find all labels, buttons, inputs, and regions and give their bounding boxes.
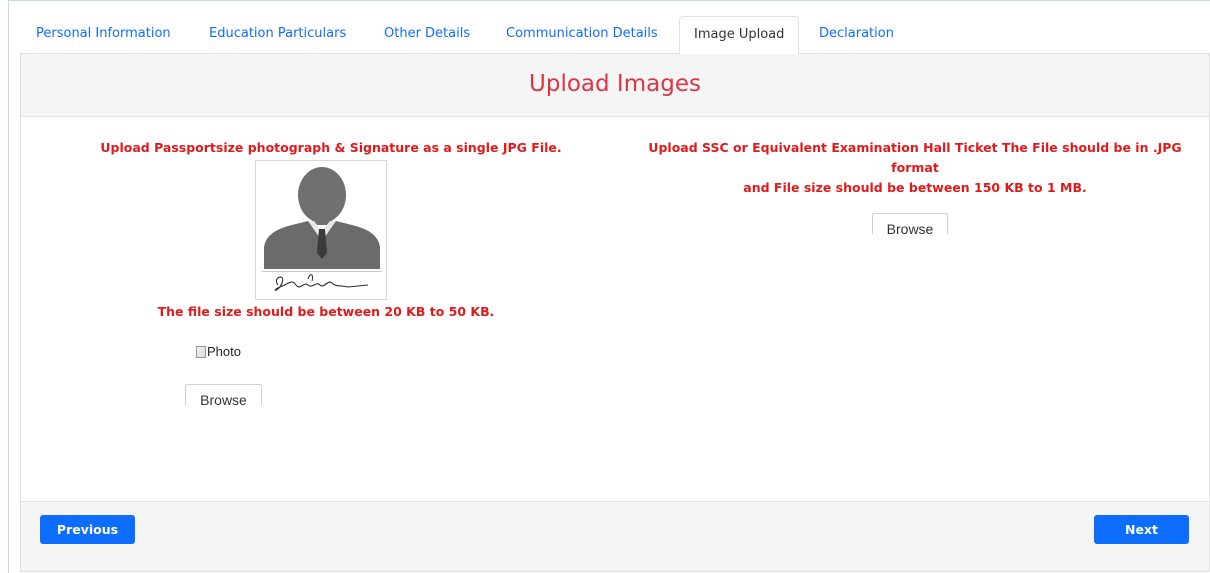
tab-education-particulars[interactable]: Education Particulars — [209, 16, 346, 54]
page-top-border — [8, 0, 1210, 1]
tab-personal-information[interactable]: Personal Information — [36, 16, 171, 54]
photo-browse-button[interactable]: Browse — [185, 384, 262, 408]
tab-other-details[interactable]: Other Details — [384, 16, 470, 54]
tab-bar: Personal Information Education Particula… — [20, 16, 1210, 55]
hall-ticket-instruction: Upload SSC or Equivalent Examination Hal… — [625, 138, 1205, 198]
hall-ticket-instruction-line-2: format — [891, 160, 939, 175]
previous-button[interactable]: Previous — [40, 515, 135, 544]
hall-ticket-instruction-line-3: and File size should be between 150 KB t… — [743, 180, 1087, 195]
panel-header: Upload Images — [21, 54, 1209, 117]
photo-instruction: Upload Passportsize photograph & Signatu… — [100, 140, 562, 155]
hall-ticket-browse-button[interactable]: Browse — [872, 213, 948, 237]
panel-footer: Previous Next — [21, 501, 1209, 571]
tab-declaration[interactable]: Declaration — [819, 16, 894, 54]
page-left-border — [8, 0, 9, 573]
photo-preview: Photo — [196, 344, 241, 359]
photo-signature-sample-icon — [255, 160, 387, 300]
page-title: Upload Images — [529, 71, 701, 97]
next-button[interactable]: Next — [1094, 515, 1189, 544]
tab-image-upload[interactable]: Image Upload — [679, 16, 800, 55]
photo-alt-text: Photo — [207, 344, 241, 359]
upload-panel: Upload Images Upload Passportsize photog… — [20, 54, 1210, 572]
broken-image-icon — [196, 345, 206, 358]
photo-size-note: The file size should be between 20 KB to… — [157, 304, 495, 319]
hall-ticket-instruction-line-1: Upload SSC or Equivalent Examination Hal… — [648, 140, 1182, 155]
tab-communication-details[interactable]: Communication Details — [506, 16, 658, 54]
